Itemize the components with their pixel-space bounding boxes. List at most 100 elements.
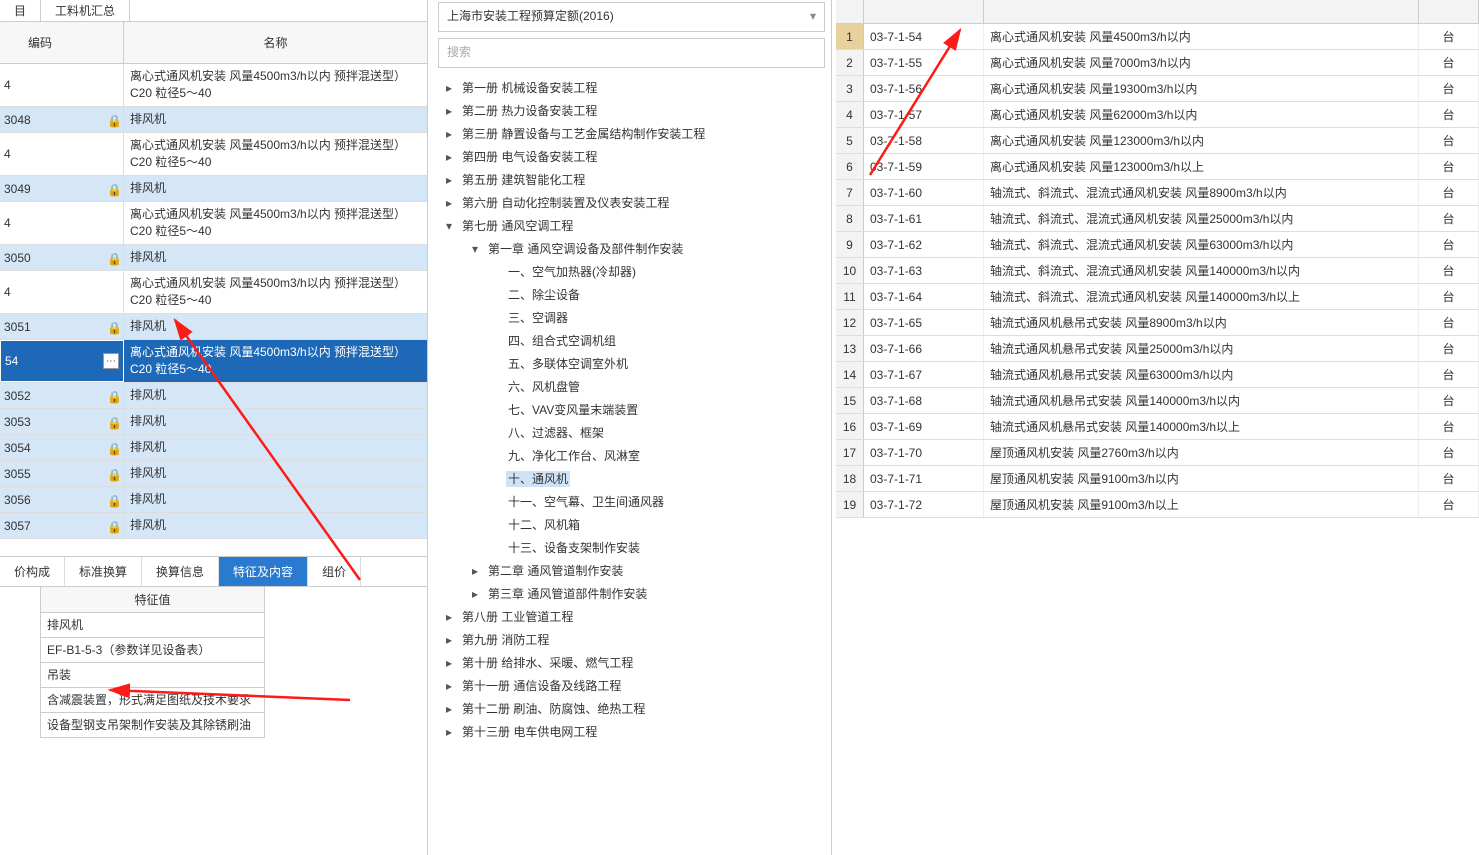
tree-node[interactable]: 二、除尘设备 [442,283,831,306]
table-row[interactable]: 1903-7-1-72屋顶通风机安装 风量9100m3/h以上台 [836,492,1479,518]
expand-icon[interactable]: ▾ [468,242,482,256]
table-row[interactable]: 3055🔒排风机 [0,461,427,487]
tree-node[interactable]: ▸第二章 通风管道制作安装 [442,559,831,582]
tree-node[interactable]: 七、VAV变风量末端装置 [442,398,831,421]
expand-icon[interactable]: ▸ [442,725,456,739]
expand-icon[interactable]: ▸ [468,564,482,578]
tree-node[interactable]: ▸第十二册 刷油、防腐蚀、绝热工程 [442,697,831,720]
row-num: 9 [836,232,864,257]
category-tree[interactable]: ▸第一册 机械设备安装工程▸第二册 热力设备安装工程▸第三册 静置设备与工艺金属… [432,76,831,836]
table-row[interactable]: 54⋯离心式通风机安装 风量4500m3/h以内 预拌混送型）C20 粒径5～4… [0,340,427,383]
table-row[interactable]: 1703-7-1-70屋顶通风机安装 风量2760m3/h以内台 [836,440,1479,466]
tree-node[interactable]: 四、组合式空调机组 [442,329,831,352]
table-row[interactable]: 3049🔒排风机 [0,176,427,202]
tree-node[interactable]: 十、通风机 [442,467,831,490]
table-row[interactable]: 1603-7-1-69轴流式通风机悬吊式安装 风量140000m3/h以上台 [836,414,1479,440]
table-row[interactable]: 3054🔒排风机 [0,435,427,461]
table-row[interactable]: 1203-7-1-65轴流式通风机悬吊式安装 风量8900m3/h以内台 [836,310,1479,336]
table-row[interactable]: 4离心式通风机安装 风量4500m3/h以内 预拌混送型）C20 粒径5～40 [0,202,427,245]
table-row[interactable]: 4离心式通风机安装 风量4500m3/h以内 预拌混送型）C20 粒径5～40 [0,271,427,314]
table-row[interactable]: 3057🔒排风机 [0,513,427,539]
table-row[interactable]: 1803-7-1-71屋顶通风机安装 风量9100m3/h以内台 [836,466,1479,492]
expand-icon[interactable]: ▸ [442,127,456,141]
table-row[interactable]: 803-7-1-61轴流式、斜流式、混流式通风机安装 风量25000m3/h以内… [836,206,1479,232]
tree-node[interactable]: ▸第三章 通风管道部件制作安装 [442,582,831,605]
expand-icon[interactable]: ▸ [442,81,456,95]
table-row[interactable]: 103-7-1-54离心式通风机安装 风量4500m3/h以内台 [836,24,1479,50]
tree-node[interactable]: ▸第八册 工业管道工程 [442,605,831,628]
table-row[interactable]: 3052🔒排风机 [0,383,427,409]
expand-icon[interactable]: ▸ [442,656,456,670]
table-row[interactable]: 1103-7-1-64轴流式、斜流式、混流式通风机安装 风量140000m3/h… [836,284,1479,310]
feature-row[interactable]: 排风机 [40,613,265,638]
expand-icon[interactable]: ▸ [442,679,456,693]
table-row[interactable]: 4离心式通风机安装 风量4500m3/h以内 预拌混送型）C20 粒径5～40 [0,133,427,176]
quota-select[interactable]: 上海市安装工程预算定额(2016) [438,2,825,32]
tree-node[interactable]: 五、多联体空调室外机 [442,352,831,375]
table-row[interactable]: 703-7-1-60轴流式、斜流式、混流式通风机安装 风量8900m3/h以内台 [836,180,1479,206]
tree-node[interactable]: 十二、风机箱 [442,513,831,536]
table-row[interactable]: 1303-7-1-66轴流式通风机悬吊式安装 风量25000m3/h以内台 [836,336,1479,362]
expand-icon[interactable]: ▸ [442,150,456,164]
feature-tab[interactable]: 价构成 [0,557,65,586]
tree-node[interactable]: 十一、空气幕、卫生间通风器 [442,490,831,513]
tree-node[interactable]: 一、空气加热器(冷却器) [442,260,831,283]
feature-tab[interactable]: 换算信息 [142,557,219,586]
table-row[interactable]: 3056🔒排风机 [0,487,427,513]
table-row[interactable]: 303-7-1-56离心式通风机安装 风量19300m3/h以内台 [836,76,1479,102]
tree-node[interactable]: ▸第六册 自动化控制装置及仪表安装工程 [442,191,831,214]
ellipsis-button[interactable]: ⋯ [103,353,119,369]
tree-node[interactable]: ▸第二册 热力设备安装工程 [442,99,831,122]
feature-tab[interactable]: 组价 [308,557,361,586]
table-row[interactable]: 603-7-1-59离心式通风机安装 风量123000m3/h以上台 [836,154,1479,180]
col-name[interactable]: 名称 [124,22,427,63]
tree-node[interactable]: ▸第一册 机械设备安装工程 [442,76,831,99]
table-row[interactable]: 403-7-1-57离心式通风机安装 风量62000m3/h以内台 [836,102,1479,128]
tree-node[interactable]: 十三、设备支架制作安装 [442,536,831,559]
table-row[interactable]: 203-7-1-55离心式通风机安装 风量7000m3/h以内台 [836,50,1479,76]
feature-row[interactable]: 含减震装置，形式满足图纸及技术要求 [40,688,265,713]
tree-node[interactable]: 八、过滤器、框架 [442,421,831,444]
feature-row[interactable]: EF-B1-5-3（参数详见设备表） [40,638,265,663]
tree-node[interactable]: ▸第三册 静置设备与工艺金属结构制作安装工程 [442,122,831,145]
expand-icon[interactable]: ▸ [442,104,456,118]
tree-node[interactable]: ▸第十册 给排水、采暖、燃气工程 [442,651,831,674]
tree-node[interactable]: ▸第十三册 电车供电网工程 [442,720,831,743]
expand-icon[interactable]: ▸ [442,610,456,624]
feature-row[interactable]: 设备型钢支吊架制作安装及其除锈刷油 [40,713,265,738]
table-row[interactable]: 4离心式通风机安装 风量4500m3/h以内 预拌混送型）C20 粒径5～40 [0,64,427,107]
tree-node[interactable]: ▸第九册 消防工程 [442,628,831,651]
expand-icon[interactable]: ▸ [442,633,456,647]
table-row[interactable]: 903-7-1-62轴流式、斜流式、混流式通风机安装 风量63000m3/h以内… [836,232,1479,258]
table-row[interactable]: 3053🔒排风机 [0,409,427,435]
expand-icon[interactable]: ▸ [442,173,456,187]
table-row[interactable]: 3050🔒排风机 [0,245,427,271]
feature-row[interactable]: 吊装 [40,663,265,688]
table-row[interactable]: 503-7-1-58离心式通风机安装 风量123000m3/h以内台 [836,128,1479,154]
tree-node[interactable]: 九、净化工作台、风淋室 [442,444,831,467]
expand-icon[interactable]: ▸ [468,587,482,601]
tree-node[interactable]: ▸第十一册 通信设备及线路工程 [442,674,831,697]
tab-item[interactable]: 工料机汇总 [41,0,130,21]
table-row[interactable]: 1503-7-1-68轴流式通风机悬吊式安装 风量140000m3/h以内台 [836,388,1479,414]
tree-node[interactable]: ▾第七册 通风空调工程 [442,214,831,237]
tree-node[interactable]: ▸第四册 电气设备安装工程 [442,145,831,168]
col-code[interactable]: 编码 [0,22,124,63]
left-grid-body[interactable]: 4离心式通风机安装 风量4500m3/h以内 预拌混送型）C20 粒径5～403… [0,64,427,552]
expand-icon[interactable]: ▸ [442,702,456,716]
tab-item[interactable]: 目 [0,0,41,21]
table-row[interactable]: 3048🔒排风机 [0,107,427,133]
tree-node[interactable]: ▾第一章 通风空调设备及部件制作安装 [442,237,831,260]
tree-node[interactable]: 三、空调器 [442,306,831,329]
feature-tab[interactable]: 标准换算 [65,557,142,586]
table-row[interactable]: 3051🔒排风机 [0,314,427,340]
tree-node[interactable]: 六、风机盘管 [442,375,831,398]
right-grid-body[interactable]: 103-7-1-54离心式通风机安装 风量4500m3/h以内台203-7-1-… [836,24,1479,518]
tree-node[interactable]: ▸第五册 建筑智能化工程 [442,168,831,191]
search-input[interactable]: 搜索 [438,38,825,68]
feature-tab[interactable]: 特征及内容 [219,557,308,586]
expand-icon[interactable]: ▸ [442,196,456,210]
table-row[interactable]: 1003-7-1-63轴流式、斜流式、混流式通风机安装 风量140000m3/h… [836,258,1479,284]
expand-icon[interactable]: ▾ [442,219,456,233]
table-row[interactable]: 1403-7-1-67轴流式通风机悬吊式安装 风量63000m3/h以内台 [836,362,1479,388]
